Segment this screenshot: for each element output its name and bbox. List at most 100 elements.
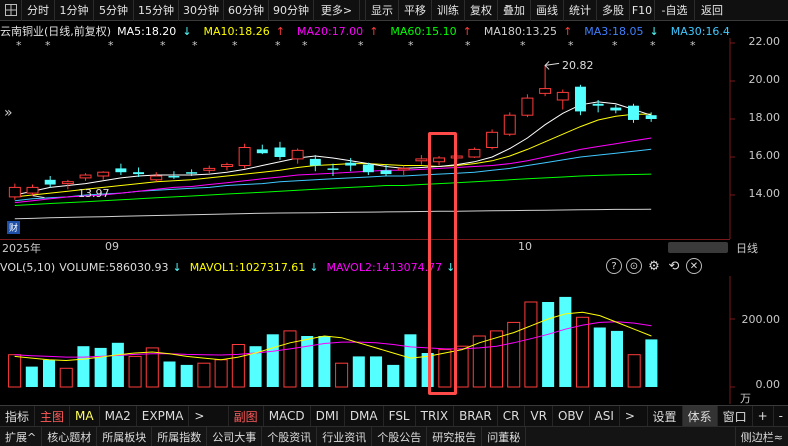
tab-announcements[interactable]: 个股公告 xyxy=(372,426,428,446)
candle-body xyxy=(203,167,216,171)
statistics-button[interactable]: 统计 xyxy=(564,0,597,21)
tab-industry-news[interactable]: 行业资讯 xyxy=(317,426,373,446)
candle-body xyxy=(362,164,374,173)
volume-bar xyxy=(472,335,486,388)
pan-button[interactable]: 平移 xyxy=(399,0,432,21)
training-button[interactable]: 训练 xyxy=(432,0,465,21)
tab-dma[interactable]: DMA xyxy=(345,406,384,426)
refresh-icon[interactable]: ⟲ xyxy=(666,258,682,274)
tab-research[interactable]: 研究报告 xyxy=(427,426,483,446)
low-price-label: 13.97 xyxy=(78,187,110,200)
star-marker: * xyxy=(275,39,281,52)
display-button[interactable]: 显示 xyxy=(366,0,399,21)
candle-body xyxy=(327,168,339,170)
overlay-button[interactable]: 叠加 xyxy=(498,0,531,21)
tab-fsl[interactable]: FSL xyxy=(384,406,416,426)
tab-brar[interactable]: BRAR xyxy=(454,406,498,426)
tab-5min[interactable]: 5分钟 xyxy=(94,0,134,21)
volume-axis-label: 0.00 xyxy=(755,378,781,391)
tab-1min[interactable]: 1分钟 xyxy=(55,0,94,21)
candle-body xyxy=(309,158,321,166)
target-icon[interactable]: ⊙ xyxy=(626,258,642,274)
tab-sub-chart[interactable]: 副图 xyxy=(229,406,264,426)
tab-vr[interactable]: VR xyxy=(525,406,553,426)
tab-15min[interactable]: 15分钟 xyxy=(134,0,179,21)
mavol2-line xyxy=(14,321,652,358)
candle-body xyxy=(238,147,251,167)
financial-badge[interactable]: 财 xyxy=(7,221,20,234)
tab-indices[interactable]: 所属指数 xyxy=(152,426,208,446)
expand-button[interactable]: 扩展^ xyxy=(0,426,43,446)
candle-body xyxy=(468,148,481,158)
back-button[interactable]: 返回 xyxy=(695,0,729,21)
tab-asi[interactable]: ASI xyxy=(590,406,620,426)
candle-body xyxy=(186,172,198,174)
mavol1-line xyxy=(14,311,652,362)
tab-more-main[interactable]: > xyxy=(189,406,229,426)
volume-bar xyxy=(266,334,279,387)
tab-cr[interactable]: CR xyxy=(498,406,526,426)
volume-bar xyxy=(559,296,572,387)
tab-core-topics[interactable]: 核心题材 xyxy=(42,426,98,446)
more-periods-button[interactable]: 更多> xyxy=(314,0,360,21)
remove-watchlist-button[interactable]: -自选 xyxy=(655,0,695,21)
expand-chevron[interactable]: » xyxy=(4,105,13,121)
volume-chart[interactable] xyxy=(0,276,788,406)
price-axis-label: 16.00 xyxy=(748,149,781,162)
draw-line-button[interactable]: 画线 xyxy=(531,0,564,21)
settings-button[interactable]: 设置 xyxy=(648,406,683,426)
tab-stock-news[interactable]: 个股资讯 xyxy=(262,426,318,446)
candle-body xyxy=(97,171,110,177)
remove-window-button[interactable]: - xyxy=(774,406,788,426)
star-marker: * xyxy=(358,39,364,52)
help-icon[interactable]: ? xyxy=(606,258,622,274)
adjust-button[interactable]: 复权 xyxy=(465,0,498,21)
candle-body xyxy=(645,115,657,119)
tab-trix[interactable]: TRIX xyxy=(416,406,455,426)
tab-company-events[interactable]: 公司大事 xyxy=(207,426,263,446)
window-button[interactable]: 窗口 xyxy=(718,406,753,426)
tab-main-chart[interactable]: 主图 xyxy=(35,406,71,426)
candle-body xyxy=(574,86,586,112)
tab-sectors[interactable]: 所属板块 xyxy=(97,426,153,446)
scrollbar-thumb[interactable] xyxy=(668,242,728,253)
tab-obv[interactable]: OBV xyxy=(553,406,590,426)
tab-30min[interactable]: 30分钟 xyxy=(179,0,224,21)
grid-icon[interactable] xyxy=(0,0,22,21)
price-axis-label: 14.00 xyxy=(748,187,781,200)
volume-bar xyxy=(593,327,606,387)
star-marker: * xyxy=(650,39,656,52)
ma3-value: MA3:18.05 ↓ xyxy=(584,24,659,38)
settings-icon[interactable]: ⚙ xyxy=(646,258,662,274)
candlestick-chart[interactable] xyxy=(0,38,788,258)
tab-ask-secretary[interactable]: 问董秘 xyxy=(482,426,527,446)
candle-body xyxy=(415,158,428,162)
multi-stock-button[interactable]: 多股 xyxy=(597,0,630,21)
f10-button[interactable]: F10 xyxy=(630,0,655,21)
volume-bar xyxy=(542,302,555,387)
candle-body xyxy=(592,103,604,106)
close-icon[interactable]: ✕ xyxy=(686,258,702,274)
date-label: 2025年 xyxy=(2,242,41,255)
tab-90min[interactable]: 90分钟 xyxy=(269,0,314,21)
tab-indicator[interactable]: 指标 xyxy=(0,406,36,426)
date-label: 10 xyxy=(518,240,532,253)
add-window-button[interactable]: + xyxy=(753,406,774,426)
candle-body xyxy=(150,175,163,181)
tab-dmi[interactable]: DMI xyxy=(311,406,345,426)
system-button[interactable]: 体系 xyxy=(682,406,718,426)
tab-60min[interactable]: 60分钟 xyxy=(224,0,269,21)
tab-expma[interactable]: EXPMA xyxy=(137,406,190,426)
tab-macd[interactable]: MACD xyxy=(264,406,311,426)
tab-timeshare[interactable]: 分时 xyxy=(22,0,55,21)
volume-bar xyxy=(576,316,590,388)
tab-ma[interactable]: MA xyxy=(70,406,100,426)
volume-bar xyxy=(610,330,623,387)
volume-bar xyxy=(231,344,245,388)
star-marker: * xyxy=(192,39,198,52)
tab-more-sub[interactable]: > xyxy=(620,406,648,426)
ma60-value: MA60:15.10 ↑ xyxy=(390,24,472,38)
candle-body xyxy=(345,162,357,166)
tab-ma2[interactable]: MA2 xyxy=(100,406,137,426)
sidebar-toggle[interactable]: 侧边栏≈ xyxy=(734,426,788,446)
